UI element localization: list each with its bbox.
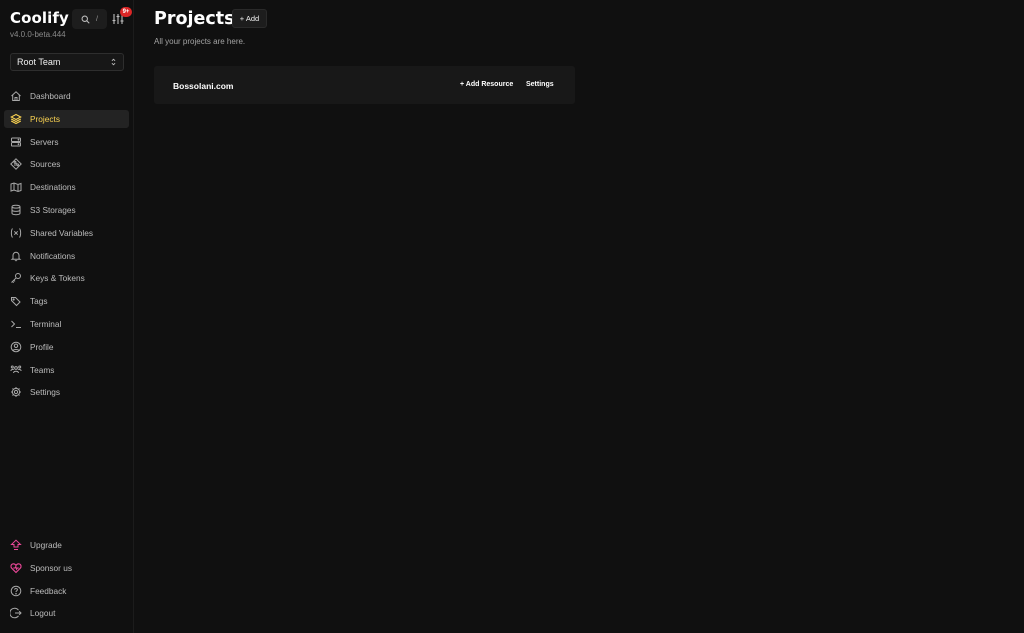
search-shortcut-key: / xyxy=(96,15,98,23)
nav-label: Shared Variables xyxy=(30,227,94,238)
map-icon xyxy=(10,182,22,193)
nav-item-s3-storages[interactable]: S3 Storages xyxy=(4,201,129,219)
nav-label: Notifications xyxy=(30,250,76,261)
main-nav: Dashboard Projects Servers Sources Desti… xyxy=(4,87,129,406)
nav-label: Profile xyxy=(30,341,54,352)
team-select[interactable]: Root Team xyxy=(10,53,124,71)
nav-label: Settings xyxy=(30,387,60,398)
nav-label: Terminal xyxy=(30,318,62,329)
nav-label: Upgrade xyxy=(30,540,62,550)
nav-item-terminal[interactable]: Terminal xyxy=(4,315,129,333)
nav-label: Teams xyxy=(30,364,55,375)
git-branch-icon xyxy=(10,158,22,171)
notification-badge[interactable]: 9+ xyxy=(120,7,132,17)
nav-item-profile[interactable]: Profile xyxy=(4,338,129,356)
add-resource-link[interactable]: + Add Resource xyxy=(460,81,513,88)
add-project-button[interactable]: + Add xyxy=(232,9,267,28)
nav-item-shared-variables[interactable]: Shared Variables xyxy=(4,224,129,242)
heart-icon xyxy=(10,563,22,574)
nav-label: Logout xyxy=(30,608,56,619)
page-title: Projects xyxy=(154,9,235,29)
page-subtitle: All your projects are here. xyxy=(154,37,246,46)
users-icon xyxy=(10,365,22,373)
nav-item-teams[interactable]: Teams xyxy=(4,361,129,379)
search-icon xyxy=(81,15,90,24)
nav-label: Sources xyxy=(30,159,61,170)
nav-item-notifications[interactable]: Notifications xyxy=(4,247,129,265)
app-logo-text[interactable]: Coolify xyxy=(10,9,69,27)
server-icon xyxy=(11,137,21,147)
nav-item-destinations[interactable]: Destinations xyxy=(4,178,129,196)
nav-label: Projects xyxy=(30,113,60,124)
logout-icon xyxy=(10,608,22,619)
nav-label: Destinations xyxy=(30,182,76,193)
nav-item-upgrade[interactable]: Upgrade xyxy=(4,536,129,554)
database-icon xyxy=(11,204,21,216)
brand: Coolify v4.0.0-beta.444 xyxy=(10,9,69,39)
nav-item-feedback[interactable]: Feedback xyxy=(4,582,129,600)
nav-label: Feedback xyxy=(30,585,67,596)
nav-label: Tags xyxy=(30,296,48,307)
nav-item-projects[interactable]: Projects xyxy=(4,109,129,128)
bottom-nav: Upgrade Sponsor us Feedback Logout xyxy=(4,536,129,627)
nav-label: Servers xyxy=(30,136,59,147)
upgrade-icon xyxy=(10,539,22,550)
nav-item-settings[interactable]: Settings xyxy=(4,383,129,401)
bell-icon xyxy=(10,251,22,261)
gear-icon xyxy=(11,387,21,398)
terminal-icon xyxy=(11,320,21,328)
nav-item-dashboard[interactable]: Dashboard xyxy=(4,87,129,105)
home-icon xyxy=(11,91,21,101)
nav-item-servers[interactable]: Servers xyxy=(4,133,129,151)
user-circle-icon xyxy=(10,341,22,353)
nav-item-sponsor[interactable]: Sponsor us xyxy=(4,559,129,577)
search-button[interactable]: / xyxy=(72,9,107,29)
project-settings-link[interactable]: Settings xyxy=(526,81,554,88)
team-select-value: Root Team xyxy=(17,57,61,67)
nav-label: Sponsor us xyxy=(30,562,72,573)
tag-icon xyxy=(11,297,21,307)
nav-item-logout[interactable]: Logout xyxy=(4,604,129,622)
project-name: Bossolani.com xyxy=(173,81,234,91)
nav-label: Keys & Tokens xyxy=(30,273,85,284)
nav-item-keys-tokens[interactable]: Keys & Tokens xyxy=(4,269,129,287)
nav-item-tags[interactable]: Tags xyxy=(4,292,129,310)
nav-label: Dashboard xyxy=(30,91,71,101)
key-icon xyxy=(11,273,21,284)
nav-item-sources[interactable]: Sources xyxy=(4,155,129,173)
nav-label: S3 Storages xyxy=(30,204,76,215)
project-card[interactable]: Bossolani.com + Add Resource Settings xyxy=(154,66,575,104)
chevron-up-down-icon xyxy=(111,58,116,66)
variable-icon xyxy=(10,227,22,238)
app-version: v4.0.0-beta.444 xyxy=(10,30,66,39)
layers-icon xyxy=(10,113,22,124)
help-circle-icon xyxy=(10,585,22,596)
sidebar: Coolify v4.0.0-beta.444 / 9+ Root Team D… xyxy=(0,0,134,633)
